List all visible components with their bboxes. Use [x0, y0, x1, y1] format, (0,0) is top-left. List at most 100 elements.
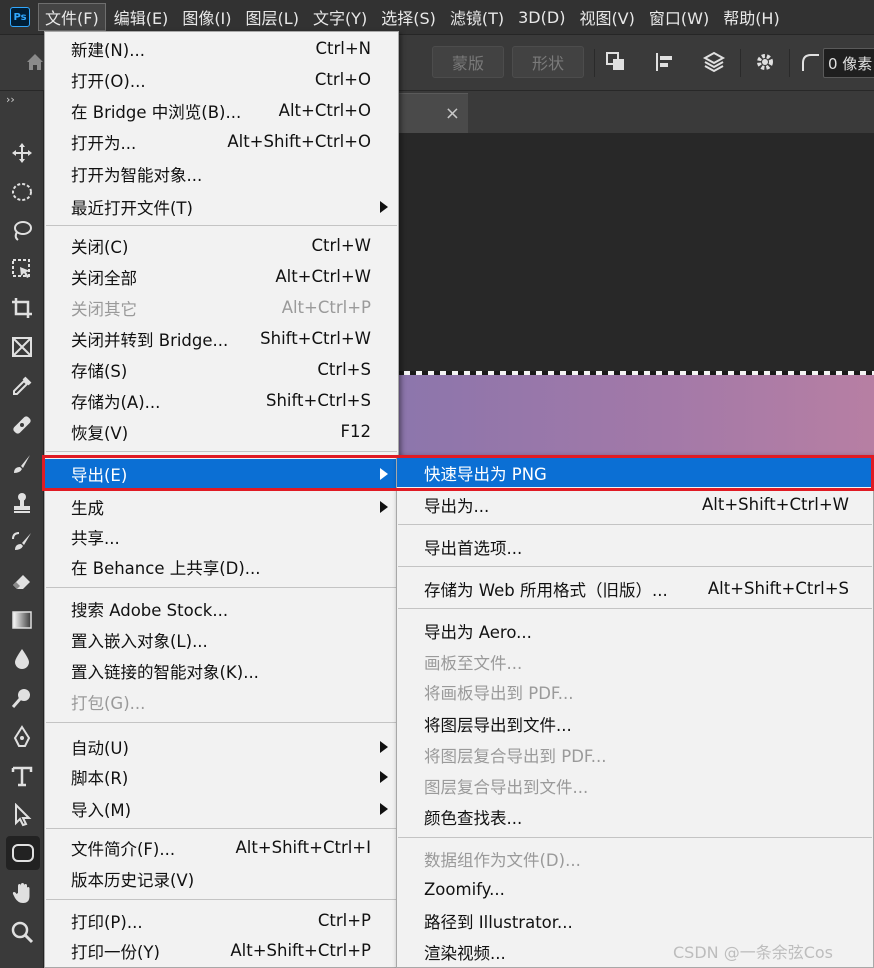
menu-filter[interactable]: 滤镜(T)	[444, 3, 510, 31]
object-selection-icon[interactable]	[8, 255, 36, 283]
menu-item-open-recent[interactable]: 最近打开文件(T)	[45, 192, 398, 221]
menu-item-scripts[interactable]: 脚本(R)	[45, 762, 398, 791]
menu-item-close-all[interactable]: 关闭全部 Alt+Ctrl+W	[45, 262, 398, 291]
menu-item-generate[interactable]: 生成	[45, 492, 398, 521]
toolbar-collapse-button[interactable]: ››	[6, 93, 15, 106]
menu-item-import[interactable]: 导入(M)	[45, 794, 398, 823]
healing-brush-icon[interactable]	[8, 411, 36, 439]
menu-item-save-as[interactable]: 存储为(A)... Shift+Ctrl+S	[45, 386, 398, 415]
menu-item-place-linked[interactable]: 置入链接的智能对象(K)...	[45, 656, 398, 685]
menu-item-automate[interactable]: 自动(U)	[45, 732, 398, 761]
menu-separator	[398, 608, 872, 609]
move-icon[interactable]	[8, 139, 36, 167]
options-separator	[740, 49, 741, 77]
corner-radius-icon	[797, 49, 823, 75]
path-selection-icon[interactable]	[8, 801, 36, 829]
menu-separator	[46, 587, 397, 588]
menu-item-version-history[interactable]: 版本历史记录(V)	[45, 864, 398, 893]
menu-item-export-aero[interactable]: 导出为 Aero...	[397, 616, 873, 645]
menu-item-export-preferences[interactable]: 导出首选项...	[397, 532, 873, 561]
watermark: CSDN @一条余弦Cos	[673, 943, 834, 962]
pen-icon[interactable]	[8, 723, 36, 751]
history-brush-icon[interactable]	[8, 528, 36, 556]
menu-item-revert[interactable]: 恢复(V) F12	[45, 417, 398, 446]
type-icon[interactable]	[8, 762, 36, 790]
menu-item-artboards-to-pdf: 将画板导出到 PDF...	[424, 683, 574, 703]
frame-icon[interactable]	[8, 333, 36, 361]
path-alignment-icon[interactable]	[652, 49, 678, 75]
menu-separator	[398, 837, 872, 838]
tools-panel: ››	[0, 91, 44, 968]
menu-separator	[398, 566, 872, 567]
submenu-arrow-icon	[380, 501, 388, 513]
ellipse-marquee-icon[interactable]	[8, 178, 36, 206]
path-operations-icon[interactable]	[603, 49, 629, 75]
menu-window[interactable]: 窗口(W)	[643, 3, 715, 31]
menu-item-close[interactable]: 关闭(C) Ctrl+W	[45, 231, 398, 260]
menu-item-print-one-copy[interactable]: 打印一份(Y) Alt+Shift+Ctrl+P	[45, 936, 398, 965]
menu-item-open[interactable]: 打开(O)... Ctrl+O	[45, 65, 398, 94]
menu-select[interactable]: 选择(S)	[375, 3, 442, 31]
menu-item-new[interactable]: 新建(N)... Ctrl+N	[45, 34, 398, 63]
eraser-icon[interactable]	[8, 567, 36, 595]
close-icon[interactable]: ×	[445, 103, 460, 124]
menu-item-layer-comps-to-pdf: 将图层复合导出到 PDF...	[424, 746, 607, 766]
menu-item-place-embedded[interactable]: 置入嵌入对象(L)...	[45, 625, 398, 654]
menu-item-layers-to-files[interactable]: 将图层导出到文件...	[397, 709, 873, 738]
shape-button[interactable]: 形状	[512, 46, 584, 78]
menu-item-open-as-smart-object[interactable]: 打开为智能对象...	[45, 159, 398, 188]
menu-image[interactable]: 图像(I)	[176, 3, 237, 31]
menu-item-open-as[interactable]: 打开为... Alt+Shift+Ctrl+O	[45, 127, 398, 156]
rounded-rectangle-icon[interactable]	[6, 836, 40, 870]
menu-type[interactable]: 文字(Y)	[307, 3, 373, 31]
document-tab[interactable]: ×	[396, 93, 468, 133]
menu-item-search-adobe-stock[interactable]: 搜索 Adobe Stock...	[45, 594, 398, 623]
menu-item-share-on-behance[interactable]: 在 Behance 上共享(D)...	[45, 552, 398, 581]
menu-help[interactable]: 帮助(H)	[717, 3, 786, 31]
eyedropper-icon[interactable]	[8, 372, 36, 400]
menu-item-export-as[interactable]: 导出为... Alt+Shift+Ctrl+W	[397, 490, 873, 519]
menu-item-browse-in-bridge[interactable]: 在 Bridge 中浏览(B)... Alt+Ctrl+O	[45, 96, 398, 125]
menu-3d[interactable]: 3D(D)	[512, 3, 571, 31]
clone-stamp-icon[interactable]	[8, 489, 36, 517]
gradient-icon[interactable]	[8, 606, 36, 634]
menu-item-print[interactable]: 打印(P)... Ctrl+P	[45, 906, 398, 935]
menu-separator	[46, 722, 397, 723]
zoom-icon[interactable]	[8, 918, 36, 946]
menu-item-share[interactable]: 共享...	[45, 522, 398, 551]
brush-icon[interactable]	[8, 450, 36, 478]
menu-separator	[46, 828, 397, 829]
corner-radius-input[interactable]: 0 像素	[823, 48, 874, 78]
path-arrangement-icon[interactable]	[701, 49, 727, 75]
lasso-icon[interactable]	[8, 217, 36, 245]
submenu-arrow-icon	[380, 771, 388, 783]
options-separator	[789, 49, 790, 77]
menu-view[interactable]: 视图(V)	[573, 3, 640, 31]
submenu-arrow-icon	[380, 468, 388, 480]
gear-icon[interactable]	[752, 49, 778, 75]
dodge-icon[interactable]	[8, 684, 36, 712]
menu-item-package: 打包(G)...	[71, 693, 146, 713]
menu-item-paths-to-illustrator[interactable]: 路径到 Illustrator...	[397, 906, 873, 935]
menu-layer[interactable]: 图层(L)	[240, 3, 305, 31]
crop-icon[interactable]	[8, 294, 36, 322]
submenu-arrow-icon	[380, 803, 388, 815]
menu-file[interactable]: 文件(F)	[38, 3, 106, 31]
menu-item-save-for-web[interactable]: 存储为 Web 所用格式（旧版）... Alt+Shift+Ctrl+S	[397, 574, 873, 603]
menu-item-color-lookup-tables[interactable]: 颜色查找表...	[397, 802, 873, 831]
menubar: Ps 文件(F) 编辑(E) 图像(I) 图层(L) 文字(Y) 选择(S) 滤…	[0, 0, 874, 35]
menu-separator	[46, 451, 397, 452]
menu-item-zoomify[interactable]: Zoomify...	[397, 875, 873, 904]
menu-item-close-and-go-to-bridge[interactable]: 关闭并转到 Bridge... Shift+Ctrl+W	[45, 324, 398, 353]
menu-item-export[interactable]: 导出(E)	[45, 459, 398, 488]
photoshop-logo: Ps	[10, 7, 30, 27]
mask-button[interactable]: 蒙版	[432, 46, 504, 78]
hand-icon[interactable]	[8, 879, 36, 907]
blur-icon[interactable]	[8, 645, 36, 673]
menu-edit[interactable]: 编辑(E)	[108, 3, 175, 31]
menu-item-file-info[interactable]: 文件简介(F)... Alt+Shift+Ctrl+I	[45, 833, 398, 862]
menu-item-save[interactable]: 存储(S) Ctrl+S	[45, 355, 398, 384]
menu-separator	[398, 524, 872, 525]
menu-item-quick-export-png[interactable]: 快速导出为 PNG	[397, 458, 873, 487]
submenu-arrow-icon	[380, 201, 388, 213]
